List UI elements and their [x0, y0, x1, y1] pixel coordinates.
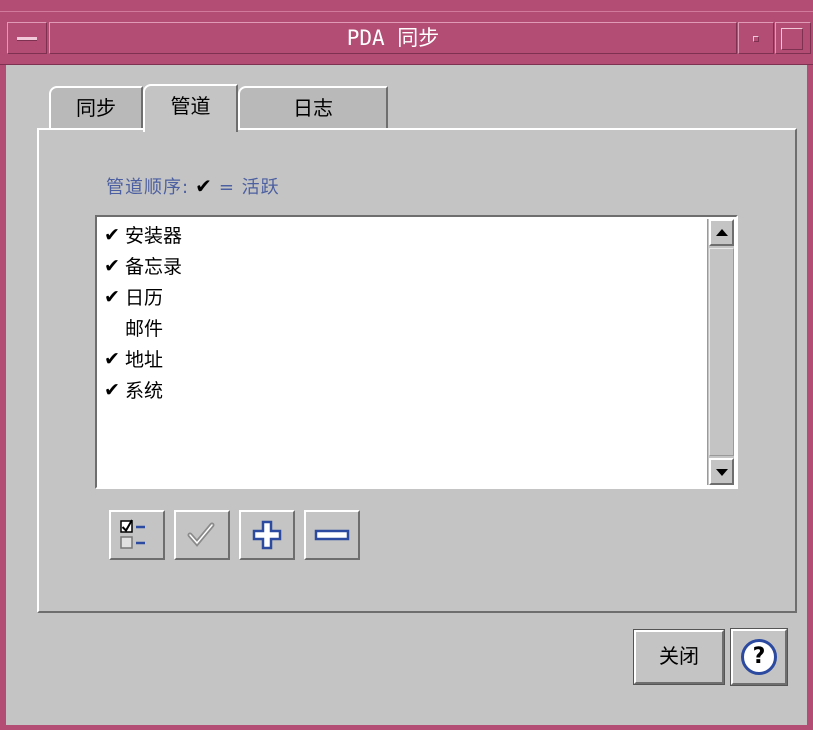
- window-menu-icon: [17, 37, 37, 41]
- list-item-label: 系统: [125, 380, 164, 402]
- close-button[interactable]: 关闭: [633, 629, 725, 685]
- toggle-all-icon: [120, 519, 145, 549]
- active-check-icon: ✔: [104, 347, 120, 370]
- minimize-icon: [753, 36, 759, 42]
- conduits-panel: 管道顺序: ✔ = 活跃 ✔ 安装器 ✔ 备忘录 ✔ 日历 邮件 ✔ 地址 ✔ …: [37, 128, 797, 613]
- list-item[interactable]: 邮件: [99, 312, 706, 343]
- tab-sync[interactable]: 同步: [49, 86, 143, 130]
- check-icon: [187, 522, 215, 547]
- tab-conduits[interactable]: 管道: [143, 84, 238, 132]
- list-item[interactable]: ✔ 地址: [99, 343, 706, 374]
- scroll-down-button[interactable]: [709, 458, 734, 485]
- add-conduit-button[interactable]: [239, 510, 295, 560]
- plus-icon: [252, 520, 282, 550]
- pda-sync-window: PDA 同步 同步 管道 日志 管道顺序: ✔ = 活跃 ✔ 安装器 ✔ 备忘录: [0, 0, 813, 730]
- list-item[interactable]: ✔ 备忘录: [99, 250, 706, 281]
- help-icon: ?: [741, 639, 777, 675]
- title-bar-edge: [0, 11, 813, 12]
- scroll-thumb[interactable]: [709, 248, 734, 456]
- list-item[interactable]: ✔ 安装器: [99, 219, 706, 250]
- activate-button[interactable]: [174, 510, 230, 560]
- list-item[interactable]: ✔ 系统: [99, 374, 706, 405]
- active-check-icon: ✔: [104, 254, 120, 277]
- arrow-up-icon: [716, 229, 728, 236]
- scroll-up-button[interactable]: [709, 219, 734, 246]
- window-title: PDA 同步: [49, 22, 737, 54]
- active-check-icon: ✔: [104, 223, 120, 246]
- list-item-label: 安装器: [125, 225, 183, 247]
- active-check-icon: ✔: [104, 285, 120, 308]
- list-item[interactable]: ✔ 日历: [99, 281, 706, 312]
- list-item-label: 备忘录: [125, 256, 183, 278]
- list-item-label: 地址: [125, 349, 164, 371]
- arrow-down-icon: [716, 469, 728, 476]
- help-button[interactable]: ?: [730, 628, 788, 686]
- conduit-list[interactable]: ✔ 安装器 ✔ 备忘录 ✔ 日历 邮件 ✔ 地址 ✔ 系统: [95, 215, 738, 489]
- title-bar[interactable]: PDA 同步: [0, 0, 813, 65]
- remove-conduit-button[interactable]: [304, 510, 360, 560]
- active-legend-text: = 活跃: [218, 177, 280, 198]
- vertical-scrollbar[interactable]: [707, 219, 734, 485]
- minus-icon: [314, 529, 350, 541]
- minimize-button[interactable]: [738, 22, 774, 54]
- active-check-icon: ✔: [104, 378, 120, 401]
- maximize-icon: [781, 28, 803, 50]
- conduit-list-items: ✔ 安装器 ✔ 备忘录 ✔ 日历 邮件 ✔ 地址 ✔ 系统: [99, 219, 706, 405]
- tab-log[interactable]: 日志: [238, 86, 388, 130]
- list-item-label: 邮件: [125, 318, 164, 340]
- maximize-button[interactable]: [775, 22, 811, 54]
- active-legend-check-icon: ✔: [195, 174, 213, 198]
- window-menu-button[interactable]: [7, 22, 47, 54]
- conduit-order-caption: 管道顺序: ✔ = 活跃: [106, 173, 280, 199]
- caption-text: 管道顺序:: [106, 177, 190, 198]
- toggle-all-button[interactable]: [109, 510, 165, 560]
- list-item-label: 日历: [125, 287, 164, 309]
